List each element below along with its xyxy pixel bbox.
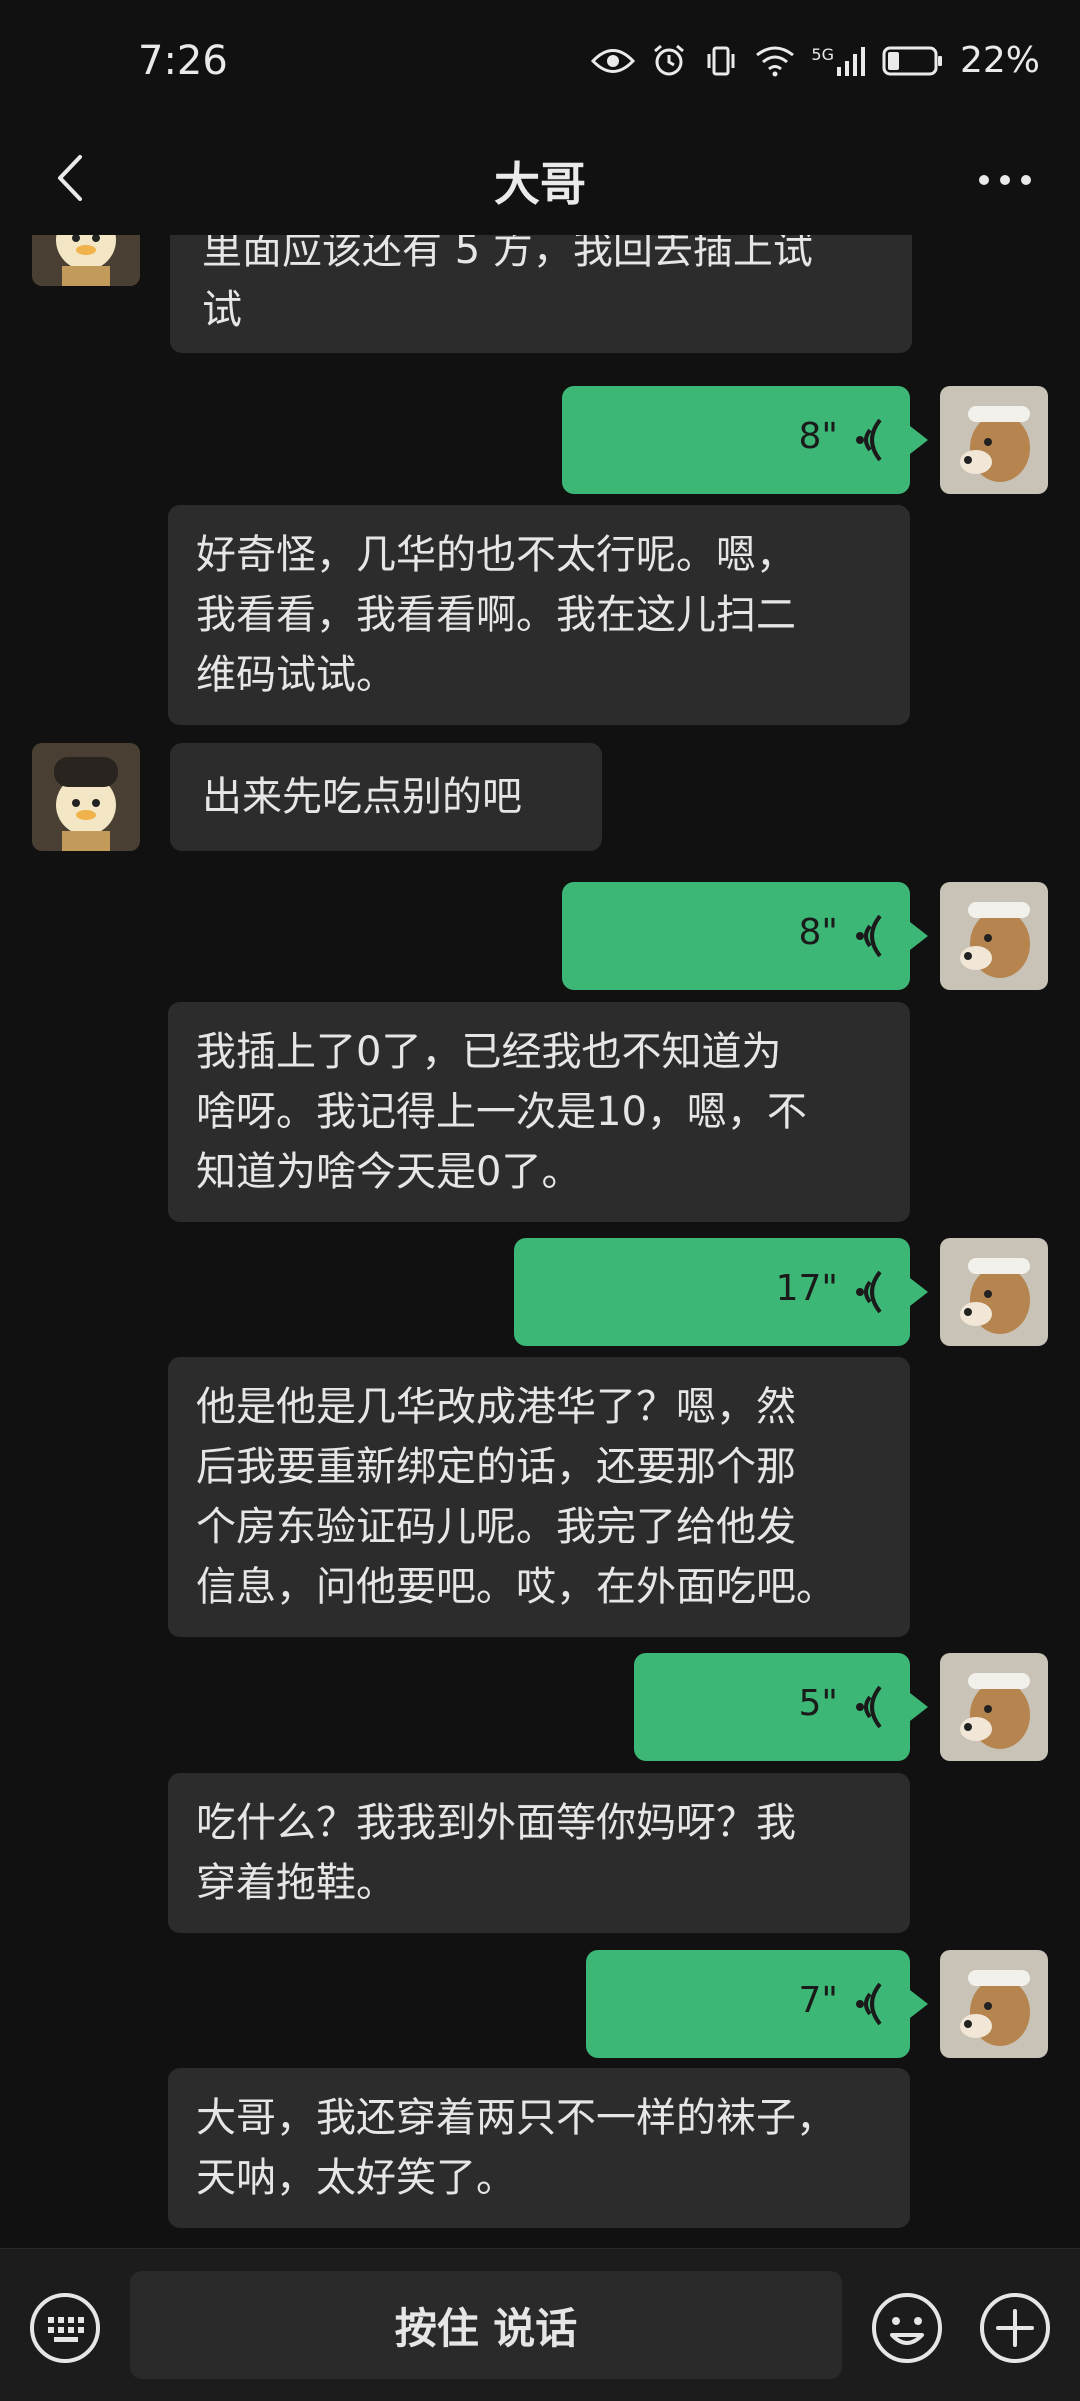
voice-duration: 8"	[798, 416, 838, 457]
my-avatar[interactable]	[940, 1238, 1048, 1346]
vibrate-icon	[703, 43, 739, 79]
more-icon	[979, 175, 1031, 185]
voice-wave-icon	[856, 1685, 882, 1729]
message-text: 我插上了0了，已经我也不知道为 啥呀。我记得上一次是10，嗯，不 知道为啥今天是…	[196, 1029, 807, 1195]
voice-message[interactable]: 5"	[634, 1653, 928, 1761]
voice-message[interactable]: 7"	[586, 1950, 928, 2058]
status-time: 7:26	[138, 38, 228, 84]
message-text: 他是他是几华改成港华了？嗯，然 后我要重新绑定的话，还要那个那 个房东验证码儿呢…	[196, 1384, 836, 1610]
voice-wave-icon	[856, 1982, 882, 2026]
wifi-icon	[755, 45, 795, 77]
voice-wave-icon	[856, 1270, 882, 1314]
message-text: 出来先吃点别的吧	[202, 774, 522, 820]
message-bubble[interactable]: 里面应该还有 5 方，我回去插上试 试	[170, 235, 912, 353]
message-bubble[interactable]: 好奇怪，几华的也不太行呢。嗯， 我看看，我看看啊。我在这儿扫二 维码试试。	[168, 505, 910, 725]
voice-duration: 17"	[775, 1268, 838, 1309]
contact-avatar[interactable]	[32, 743, 140, 851]
network-label: 5G	[811, 44, 834, 64]
message-bubble[interactable]: 吃什么？我我到外面等你妈呀？我 穿着拖鞋。	[168, 1773, 910, 1933]
voice-wave-icon	[856, 914, 882, 958]
battery-icon	[882, 45, 944, 77]
plus-icon	[980, 2293, 1050, 2363]
voice-wave-icon	[856, 418, 882, 462]
my-avatar[interactable]	[940, 1653, 1048, 1761]
voice-message[interactable]: 17"	[514, 1238, 928, 1346]
signal-icon: 5G	[811, 45, 866, 77]
message-list[interactable]: 里面应该还有 5 方，我回去插上试 试 8" 好奇怪，几华的也不太行呢。嗯， 我…	[0, 235, 1080, 2245]
message-text: 好奇怪，几华的也不太行呢。嗯， 我看看，我看看啊。我在这儿扫二 维码试试。	[196, 532, 796, 698]
message-bubble[interactable]: 大哥，我还穿着两只不一样的袜子， 天呐，太好笑了。	[168, 2068, 910, 2228]
input-bar: 按住 说话	[0, 2248, 1080, 2401]
emoji-icon	[872, 2293, 942, 2363]
my-avatar[interactable]	[940, 1950, 1048, 2058]
message-text: 大哥，我还穿着两只不一样的袜子， 天呐，太好笑了。	[196, 2095, 836, 2201]
my-avatar[interactable]	[940, 386, 1048, 494]
message-bubble[interactable]: 我插上了0了，已经我也不知道为 啥呀。我记得上一次是10，嗯，不 知道为啥今天是…	[168, 1002, 910, 1222]
voice-duration: 7"	[798, 1980, 838, 2021]
message-bubble[interactable]: 出来先吃点别的吧	[170, 743, 602, 851]
message-text: 吃什么？我我到外面等你妈呀？我 穿着拖鞋。	[196, 1800, 796, 1906]
more-functions-button[interactable]	[978, 2291, 1052, 2365]
eye-icon	[591, 46, 636, 76]
status-icons: 5G 22%	[591, 40, 1040, 81]
chat-title: 大哥	[494, 157, 586, 211]
message-bubble[interactable]: 他是他是几华改成港华了？嗯，然 后我要重新绑定的话，还要那个那 个房东验证码儿呢…	[168, 1357, 910, 1637]
emoji-button[interactable]	[870, 2291, 944, 2365]
voice-message[interactable]: 8"	[562, 386, 928, 494]
voice-message[interactable]: 8"	[562, 882, 928, 990]
more-button[interactable]	[970, 152, 1040, 208]
chat-header: 大哥	[0, 130, 1080, 230]
my-avatar[interactable]	[940, 882, 1048, 990]
voice-duration: 5"	[798, 1683, 838, 1724]
keyboard-button[interactable]	[28, 2291, 102, 2365]
keyboard-icon	[30, 2293, 100, 2363]
alarm-icon	[651, 43, 687, 79]
status-bar: 7:26 5G 22%	[0, 0, 1080, 130]
hold-to-talk-button[interactable]: 按住 说话	[130, 2271, 842, 2379]
voice-duration: 8"	[798, 912, 838, 953]
message-text: 里面应该还有 5 方，我回去插上试 试	[202, 235, 813, 333]
contact-avatar[interactable]	[32, 235, 140, 286]
battery-percent: 22%	[959, 40, 1040, 81]
